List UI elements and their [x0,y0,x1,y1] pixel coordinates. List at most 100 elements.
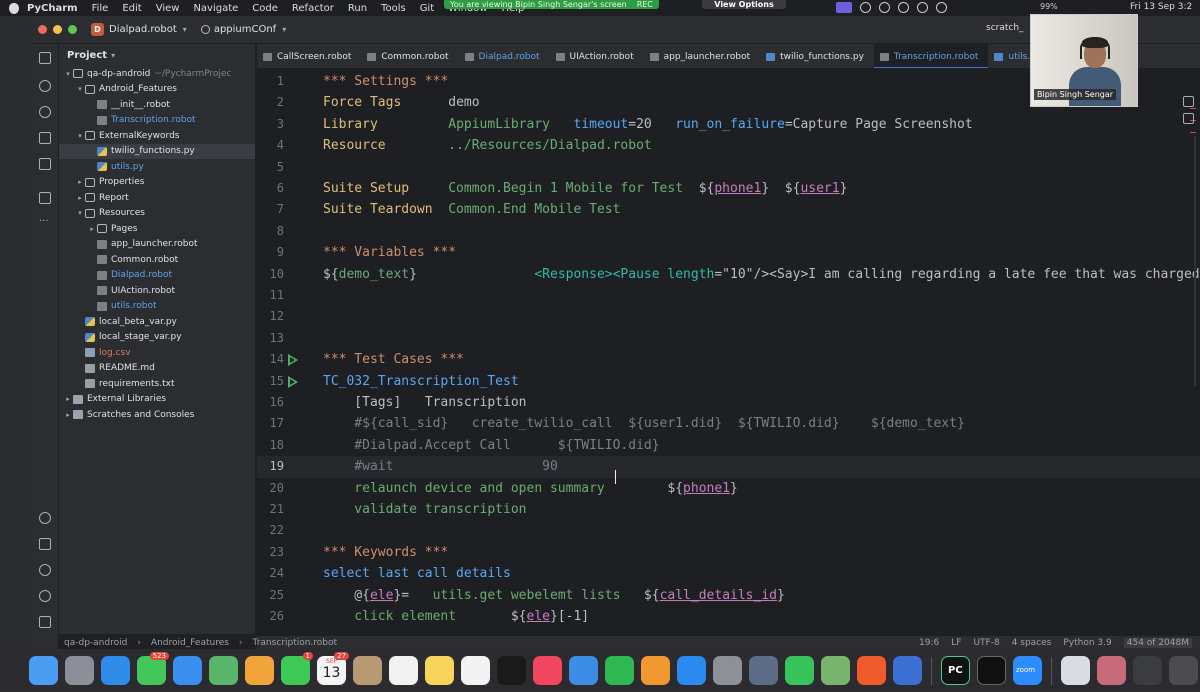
zoom-icon[interactable]: zoom [1013,656,1042,685]
chevron-icon[interactable]: ▸ [87,225,97,233]
code-line[interactable]: 23 *** Keywords *** [257,542,1200,563]
file-encoding[interactable]: UTF-8 [973,638,999,648]
tab-callscreen-robot[interactable]: CallScreen.robot [257,44,361,68]
code-line[interactable]: 8 [257,221,1200,242]
project-panel-title[interactable]: Project [67,50,107,61]
line-number[interactable]: 19 [257,456,284,477]
branch-switcher[interactable]: appiumCOnf [214,24,276,35]
code-line[interactable]: 12 [257,306,1200,327]
more-tools-icon[interactable]: ··· [39,216,51,228]
services-tool-icon[interactable] [39,564,51,576]
sequel-icon[interactable] [749,656,778,685]
line-number[interactable]: 13 [257,328,284,349]
zoom-window-button[interactable] [68,25,77,34]
line-number[interactable]: 14 [257,349,284,370]
line-number[interactable]: 9 [257,242,284,263]
code-line[interactable]: 22 [257,520,1200,541]
mail-icon[interactable] [173,656,202,685]
code-line[interactable]: 19 #wait 90 [257,456,1200,478]
chevron-down-icon[interactable]: ▾ [111,51,115,60]
tree-row[interactable]: ▾ Android_Features [59,82,255,98]
code-line[interactable]: 17 #${call_sid} create_twilio_call ${use… [257,413,1200,434]
messages-icon[interactable]: 523 [137,652,169,685]
menu-git[interactable]: Git [420,3,434,14]
chart-app-icon[interactable] [821,656,850,685]
line-number[interactable]: 10 [257,264,284,285]
plugin-tool-icon[interactable] [39,106,51,118]
freeform-icon[interactable] [461,656,490,685]
safari-icon[interactable] [101,656,130,685]
code-line[interactable]: 13 [257,328,1200,349]
terminal-icon[interactable] [977,656,1006,685]
line-number[interactable]: 26 [257,606,284,627]
tree-row[interactable]: __init__.robot [59,97,255,113]
line-number[interactable]: 24 [257,563,284,584]
close-window-button[interactable] [38,25,47,34]
maps-icon[interactable] [209,656,238,685]
clock-tray-icon[interactable] [898,2,909,13]
tree-row[interactable]: ▸ Scratches and Consoles [59,407,255,423]
menu-code[interactable]: Code [252,3,278,14]
project-tool-icon[interactable] [39,52,51,64]
code-editor[interactable]: 1 *** Settings *** 2 Force Tags demo 3 Librar… [257,69,1200,635]
code-line[interactable]: 14 *** Test Cases *** [257,349,1200,370]
tree-row[interactable]: Dialpad.robot [59,268,255,284]
tree-row[interactable]: log.csv [59,345,255,361]
proxyman-icon[interactable] [893,656,922,685]
tree-row[interactable]: ▸ Report [59,190,255,206]
code-line[interactable]: 24 select last call details [257,563,1200,584]
tv-icon[interactable] [497,656,526,685]
memory-indicator[interactable]: 454 of 2048M [1123,638,1192,648]
menu-file[interactable]: File [92,3,109,14]
whatsapp-icon[interactable] [785,656,814,685]
app-menu-pycharm[interactable]: PyCharm [27,3,78,14]
screen-share-tray-icon[interactable] [836,2,852,13]
problems-tool-icon[interactable] [39,590,51,602]
tree-row[interactable]: ▸ Properties [59,175,255,191]
code-line[interactable]: 11 [257,285,1200,306]
breadcrumb-item[interactable]: Android_Features [151,638,229,648]
finder-icon[interactable] [29,656,58,685]
bookmarks-tool-icon[interactable] [39,192,51,204]
app-store-icon[interactable] [677,656,706,685]
tab-dialpad-robot[interactable]: Dialpad.robot [459,44,550,68]
indent-setting[interactable]: 4 spaces [1012,638,1052,648]
pages-icon[interactable] [641,656,670,685]
record-tray-icon[interactable] [936,2,947,13]
photos-icon[interactable] [245,656,274,685]
code-line[interactable]: 4 Resource ../Resources/Dialpad.robot [257,135,1200,156]
tree-row[interactable]: local_stage_var.py [59,330,255,346]
status-tray-icon[interactable] [860,2,871,13]
tree-row[interactable]: app_launcher.robot [59,237,255,253]
document-preview-icon[interactable] [1061,656,1090,685]
line-number[interactable]: 22 [257,520,284,541]
line-separator[interactable]: LF [951,638,961,648]
tree-row[interactable]: README.md [59,361,255,377]
chevron-icon[interactable]: ▾ [75,85,85,93]
line-number[interactable]: 4 [257,135,284,156]
music-icon[interactable] [533,656,562,685]
menu-bar-clock[interactable]: Fri 13 Sep 3:2 [1130,2,1192,12]
contacts-icon[interactable] [353,656,382,685]
tree-row[interactable]: ▸ External Libraries [59,392,255,408]
python-interpreter[interactable]: Python 3.9 [1063,638,1111,648]
pull-requests-tool-icon[interactable] [39,158,51,170]
line-number[interactable]: 5 [257,157,284,178]
chevron-icon[interactable]: ▸ [75,178,85,186]
notes-icon[interactable] [425,656,454,685]
chevron-icon[interactable]: ▾ [63,70,73,78]
line-number[interactable]: 12 [257,306,284,327]
downloads-stack-icon[interactable] [1097,656,1126,685]
code-line[interactable]: 9 *** Variables *** [257,242,1200,263]
line-number[interactable]: 21 [257,499,284,520]
code-line[interactable]: 18 #Dialpad.Accept Call ${TWILIO.did} [257,435,1200,456]
line-number[interactable]: 20 [257,478,284,499]
chevron-icon[interactable]: ▾ [75,132,85,140]
pycharm-dock-icon[interactable]: PC [941,656,970,685]
menu-view[interactable]: View [156,3,180,14]
screenshot-stack-icon[interactable] [1133,656,1162,685]
tree-row[interactable]: utils.py [59,159,255,175]
layers-tool-icon[interactable] [39,538,51,550]
brave-icon[interactable] [857,656,886,685]
code-line[interactable]: 15 TC_032_Transcription_Test [257,371,1200,392]
